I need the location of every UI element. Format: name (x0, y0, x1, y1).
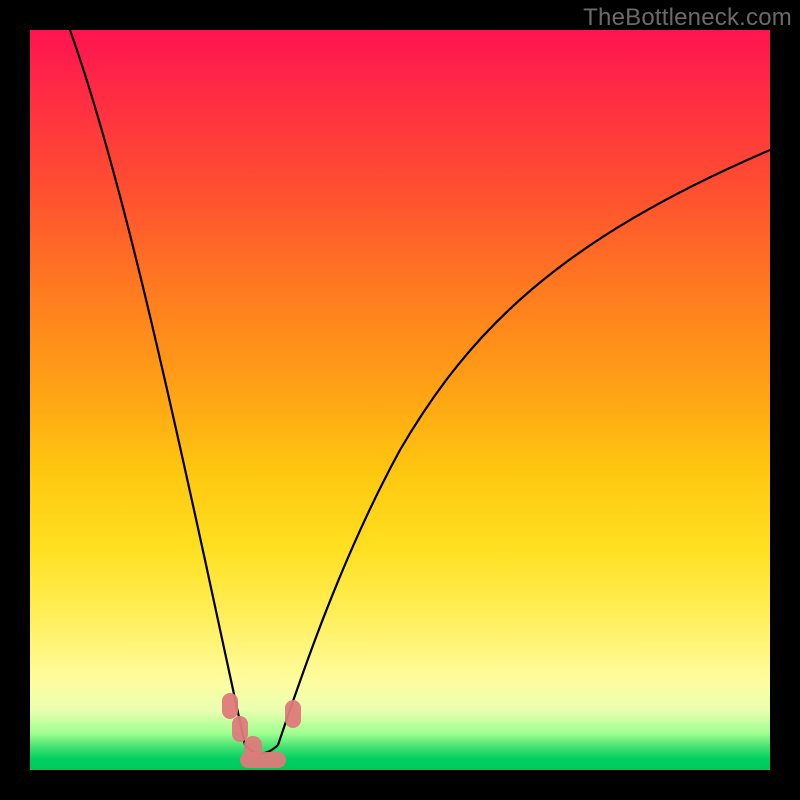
blob-5 (285, 700, 301, 728)
blob-2 (232, 716, 248, 742)
bottleneck-curve-right (278, 150, 770, 745)
bottleneck-curve-left (70, 30, 245, 745)
optimal-region-blobs (222, 693, 301, 768)
blob-1 (222, 693, 238, 719)
watermark-text: TheBottleneck.com (583, 4, 792, 32)
chart-overlay-svg (0, 0, 800, 800)
blob-4 (240, 752, 286, 768)
